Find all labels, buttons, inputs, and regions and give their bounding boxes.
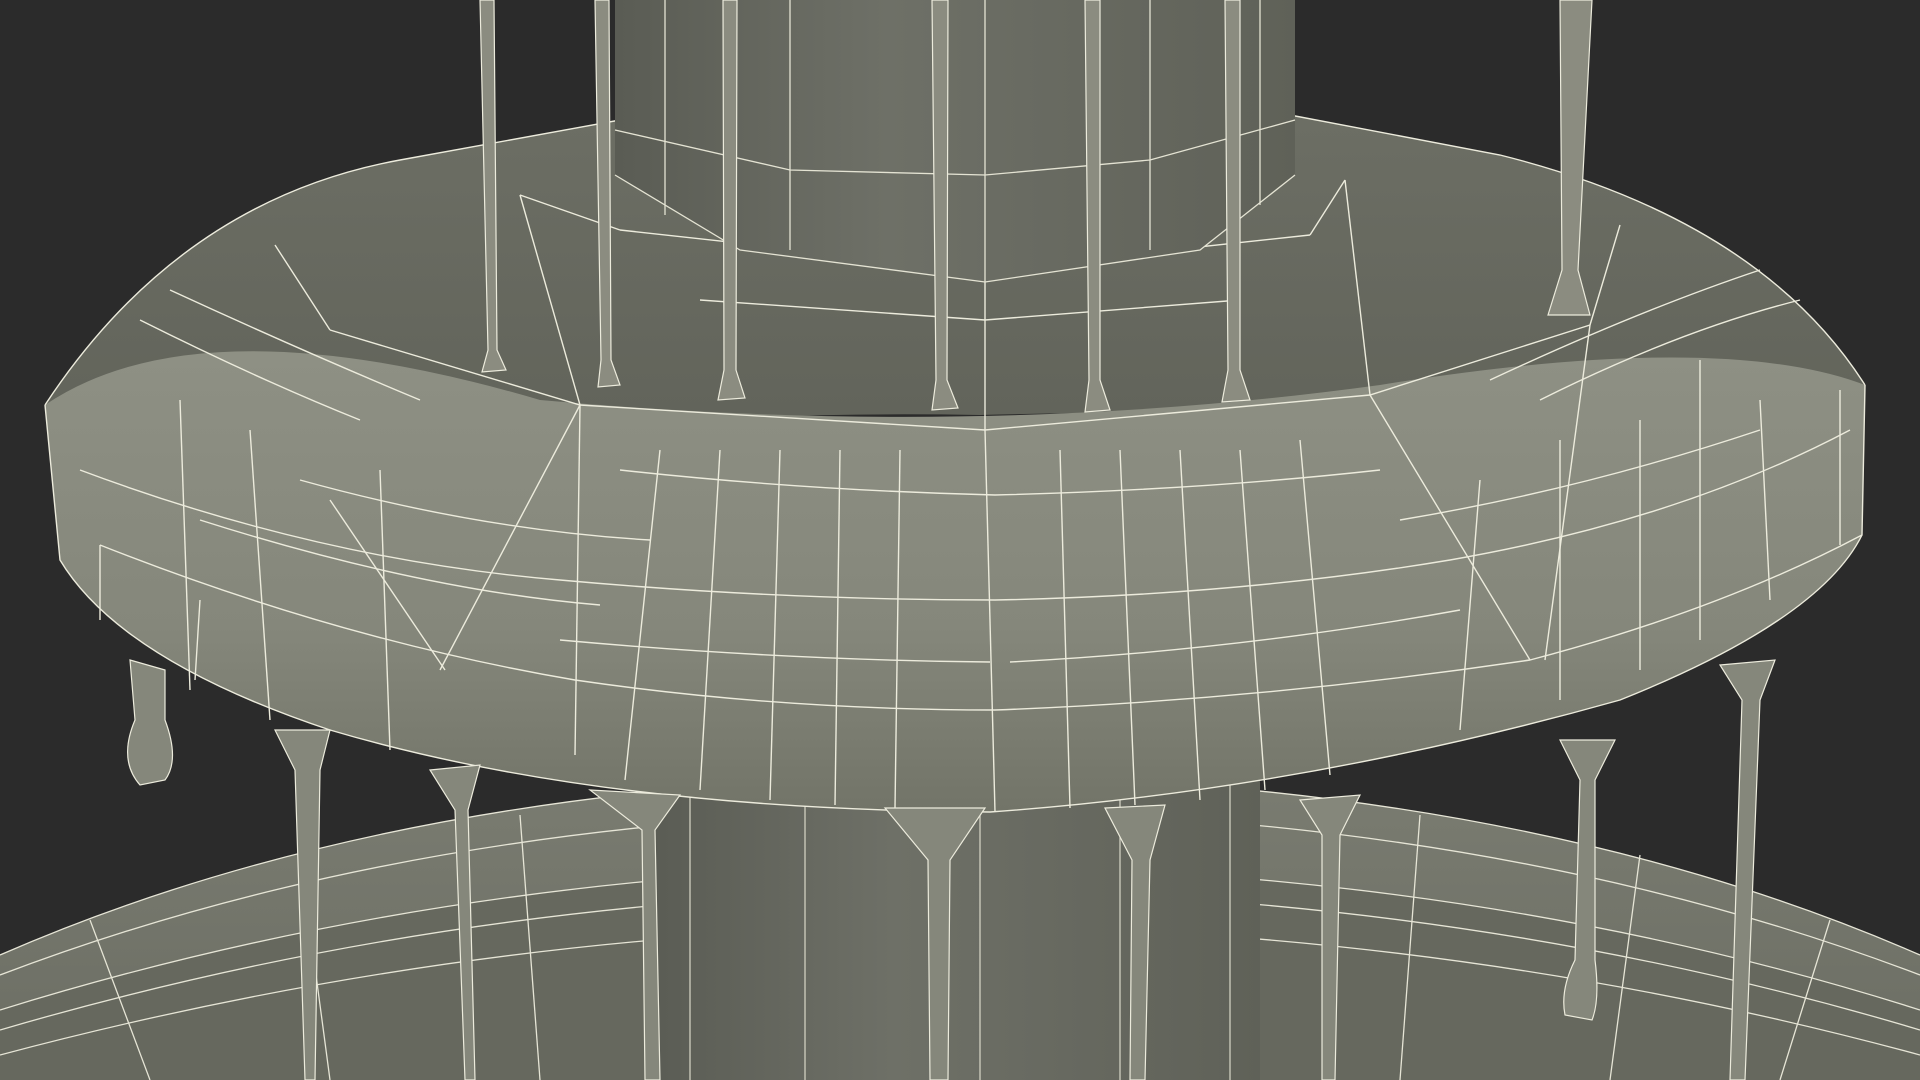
- 3d-viewport: [0, 0, 1920, 1080]
- fountain-render: [0, 0, 1920, 1080]
